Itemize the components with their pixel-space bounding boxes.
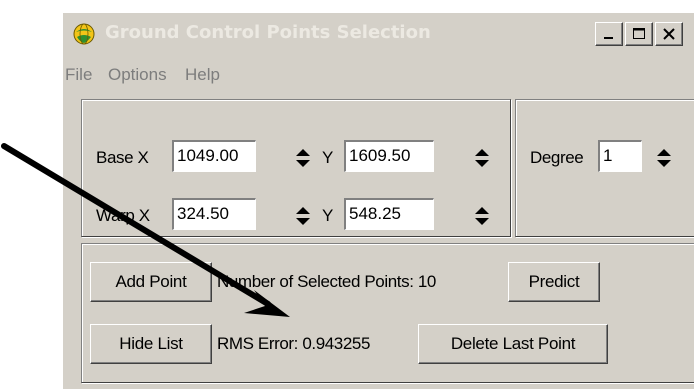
- coordinates-group: Base X Y Warp X: [81, 99, 511, 237]
- degree-spinner[interactable]: [654, 144, 674, 172]
- menu-help[interactable]: Help: [185, 65, 220, 85]
- base-y-label: Y: [322, 148, 333, 167]
- base-x-field[interactable]: [172, 140, 256, 172]
- selected-points-count: Number of Selected Points: 10: [217, 272, 436, 291]
- delete-last-point-button[interactable]: Delete Last Point: [418, 324, 608, 364]
- warp-x-spinner[interactable]: [293, 202, 313, 230]
- warp-x-input[interactable]: [174, 200, 255, 228]
- warp-y-field[interactable]: [344, 198, 434, 230]
- warp-y-label: Y: [322, 206, 333, 225]
- window-title: Ground Control Points Selection: [105, 22, 431, 43]
- rms-error-value: RMS Error: 0.943255: [217, 334, 371, 353]
- close-button[interactable]: [655, 22, 683, 46]
- spin-arrows-icon: [475, 149, 489, 167]
- hide-list-button[interactable]: Hide List: [90, 324, 212, 364]
- warp-y-input[interactable]: [346, 200, 433, 228]
- warp-y-spinner[interactable]: [472, 202, 492, 230]
- degree-label: Degree: [530, 148, 584, 167]
- actions-group: Add Point Number of Selected Points: 10 …: [81, 243, 694, 383]
- spin-arrows-icon: [657, 149, 671, 167]
- maximize-button[interactable]: [625, 22, 653, 46]
- warp-x-label: Warp X: [96, 206, 150, 225]
- menu-options[interactable]: Options: [108, 65, 167, 85]
- spin-arrows-icon: [296, 149, 310, 167]
- gcp-selection-window: Ground Control Points Selection File Opt…: [62, 12, 694, 389]
- page: Ground Control Points Selection File Opt…: [0, 0, 694, 389]
- add-point-button[interactable]: Add Point: [90, 262, 212, 302]
- base-y-spinner[interactable]: [472, 144, 492, 172]
- predict-button[interactable]: Predict: [508, 262, 600, 302]
- base-y-field[interactable]: [344, 140, 434, 172]
- menu-file[interactable]: File: [65, 65, 92, 85]
- base-x-input[interactable]: [174, 142, 255, 170]
- minimize-button[interactable]: [595, 22, 623, 46]
- degree-input[interactable]: [600, 142, 641, 170]
- base-x-spinner[interactable]: [293, 144, 313, 172]
- base-y-input[interactable]: [346, 142, 433, 170]
- close-icon: [663, 28, 675, 40]
- degree-field[interactable]: [598, 140, 642, 172]
- spin-arrows-icon: [296, 207, 310, 225]
- base-x-label: Base X: [96, 148, 149, 167]
- title-bar[interactable]: Ground Control Points Selection: [65, 15, 694, 49]
- warp-x-field[interactable]: [172, 198, 256, 230]
- app-globe-icon: [73, 23, 95, 45]
- degree-group: Degree: [515, 99, 694, 237]
- spin-arrows-icon: [475, 207, 489, 225]
- minimize-icon: [604, 37, 613, 39]
- maximize-icon: [633, 28, 645, 39]
